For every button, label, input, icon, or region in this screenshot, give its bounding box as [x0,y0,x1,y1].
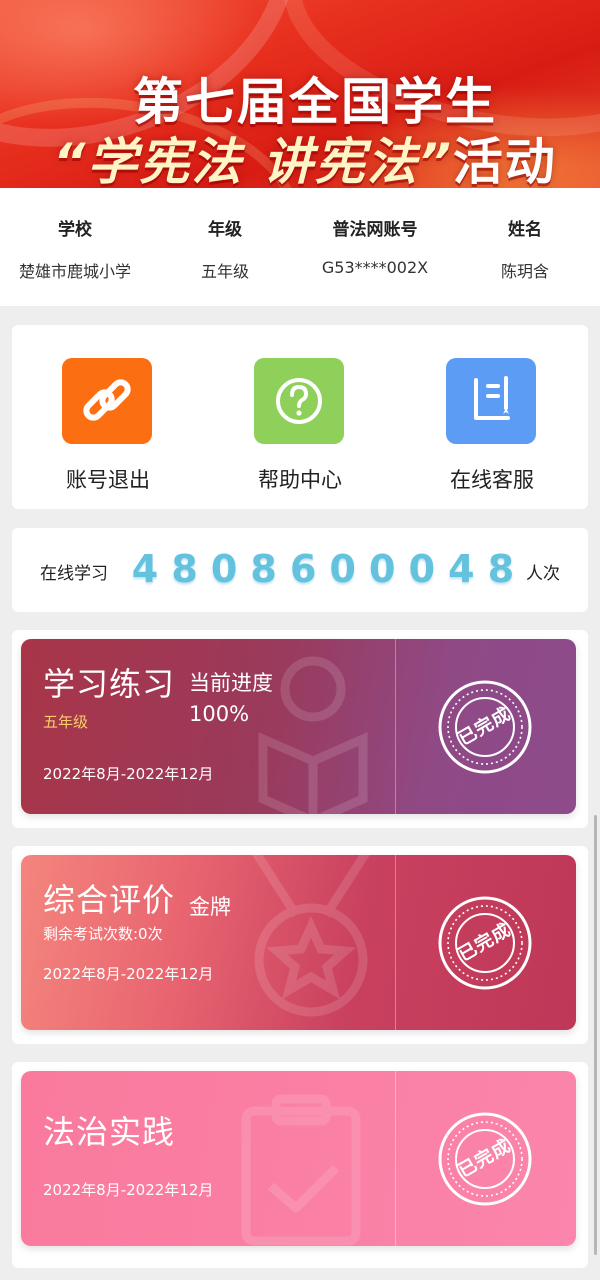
card-title: 法治实践 [43,1113,176,1151]
banner-title-line2: “学宪法 讲宪法”活动 [0,122,600,188]
completed-stamp: 已完成 [437,679,533,775]
rule-of-law-practice-section: 法治实践 2022年8月-2022年12月 已完成 [12,1062,588,1268]
card-date-range: 2022年8月-2022年12月 [43,1181,214,1199]
student-info: 学校 楚雄市鹿城小学 年级 五年级 普法网账号 G53****002X 姓名 陈… [0,188,600,306]
quick-actions: 账号退出 帮助中心 在线客服 [12,325,588,509]
account-value: G53****002X [321,258,429,277]
clipboard-check-icon [241,1094,361,1246]
medal-icon [252,855,370,1017]
card-divider [395,855,396,1030]
study-practice-section: 学习练习 五年级 当前进度 100% 2022年8月-2022年12月 已完成 [12,630,588,828]
counter-digit: 4 [131,547,159,591]
counter-digit: 0 [408,547,436,591]
school-label: 学校 [58,220,92,240]
counter-digit: 8 [250,547,277,591]
card-subtitle: 五年级 [43,713,89,731]
medal-result: 金牌 [189,895,231,919]
completed-stamp: 已完成 [437,1111,533,1207]
card-title: 综合评价 [43,881,176,919]
logout-button[interactable]: 账号退出 [12,325,204,509]
online-learning-counter: 在线学习 4 8 0 8 6 0 0 0 4 8 人次 [12,528,588,612]
counter-digit: 4 [448,547,475,591]
name-value: 陈玥含 [500,262,549,281]
link-icon [62,358,152,444]
counter-suffix: 人次 [526,564,560,584]
comprehensive-evaluation-section: 综合评价 剩余考试次数:0次 金牌 2022年8月-2022年12月 已完成 [12,846,588,1044]
counter-digit: 0 [369,547,396,591]
comprehensive-evaluation-card[interactable]: 综合评价 剩余考试次数:0次 金牌 2022年8月-2022年12月 已完成 [21,855,576,1030]
info-grade: 年级 五年级 [150,188,300,306]
account-label: 普法网账号 [332,220,418,240]
info-account: 普法网账号 G53****002X [300,188,450,306]
service-icon [446,358,536,444]
help-icon [254,358,344,444]
counter-digit: 0 [329,547,356,591]
counter-digit: 8 [171,547,198,591]
logout-label: 账号退出 [66,468,150,492]
counter-digit: 0 [210,547,238,591]
progress-label: 当前进度 [189,671,273,695]
counter-digit: 8 [487,547,515,591]
card-date-range: 2022年8月-2022年12月 [43,765,214,783]
grade-value: 五年级 [200,262,249,281]
study-practice-card[interactable]: 学习练习 五年级 当前进度 100% 2022年8月-2022年12月 已完成 [21,639,576,814]
scrollbar[interactable] [594,815,597,1255]
card-date-range: 2022年8月-2022年12月 [43,965,214,983]
help-center-button[interactable]: 帮助中心 [204,325,396,509]
info-school: 学校 楚雄市鹿城小学 [0,188,150,306]
online-service-button[interactable]: 在线客服 [396,325,588,509]
card-divider [395,1071,396,1246]
reading-person-icon [258,656,368,814]
completed-stamp: 已完成 [437,895,533,991]
card-divider [395,639,396,814]
grade-label: 年级 [208,220,242,240]
banner-title-tail: 活动 [452,133,557,188]
card-title: 学习练习 [43,665,176,703]
help-center-label: 帮助中心 [258,468,342,492]
banner: 第七届全国学生 “学宪法 讲宪法”活动 [0,0,600,188]
progress-value: 100% [189,702,250,726]
name-label: 姓名 [508,220,542,240]
counter-digit: 6 [289,547,317,591]
school-value: 楚雄市鹿城小学 [18,262,131,281]
banner-title-quoted: “学宪法 讲宪法” [53,133,453,188]
remaining-exams: 剩余考试次数:0次 [43,925,163,943]
info-name: 姓名 陈玥含 [450,188,600,306]
counter-prefix: 在线学习 [40,564,108,584]
online-service-label: 在线客服 [450,468,534,492]
rule-of-law-practice-card[interactable]: 法治实践 2022年8月-2022年12月 已完成 [21,1071,576,1246]
counter-digits: 4 8 0 8 6 0 0 0 4 8 [128,546,518,592]
